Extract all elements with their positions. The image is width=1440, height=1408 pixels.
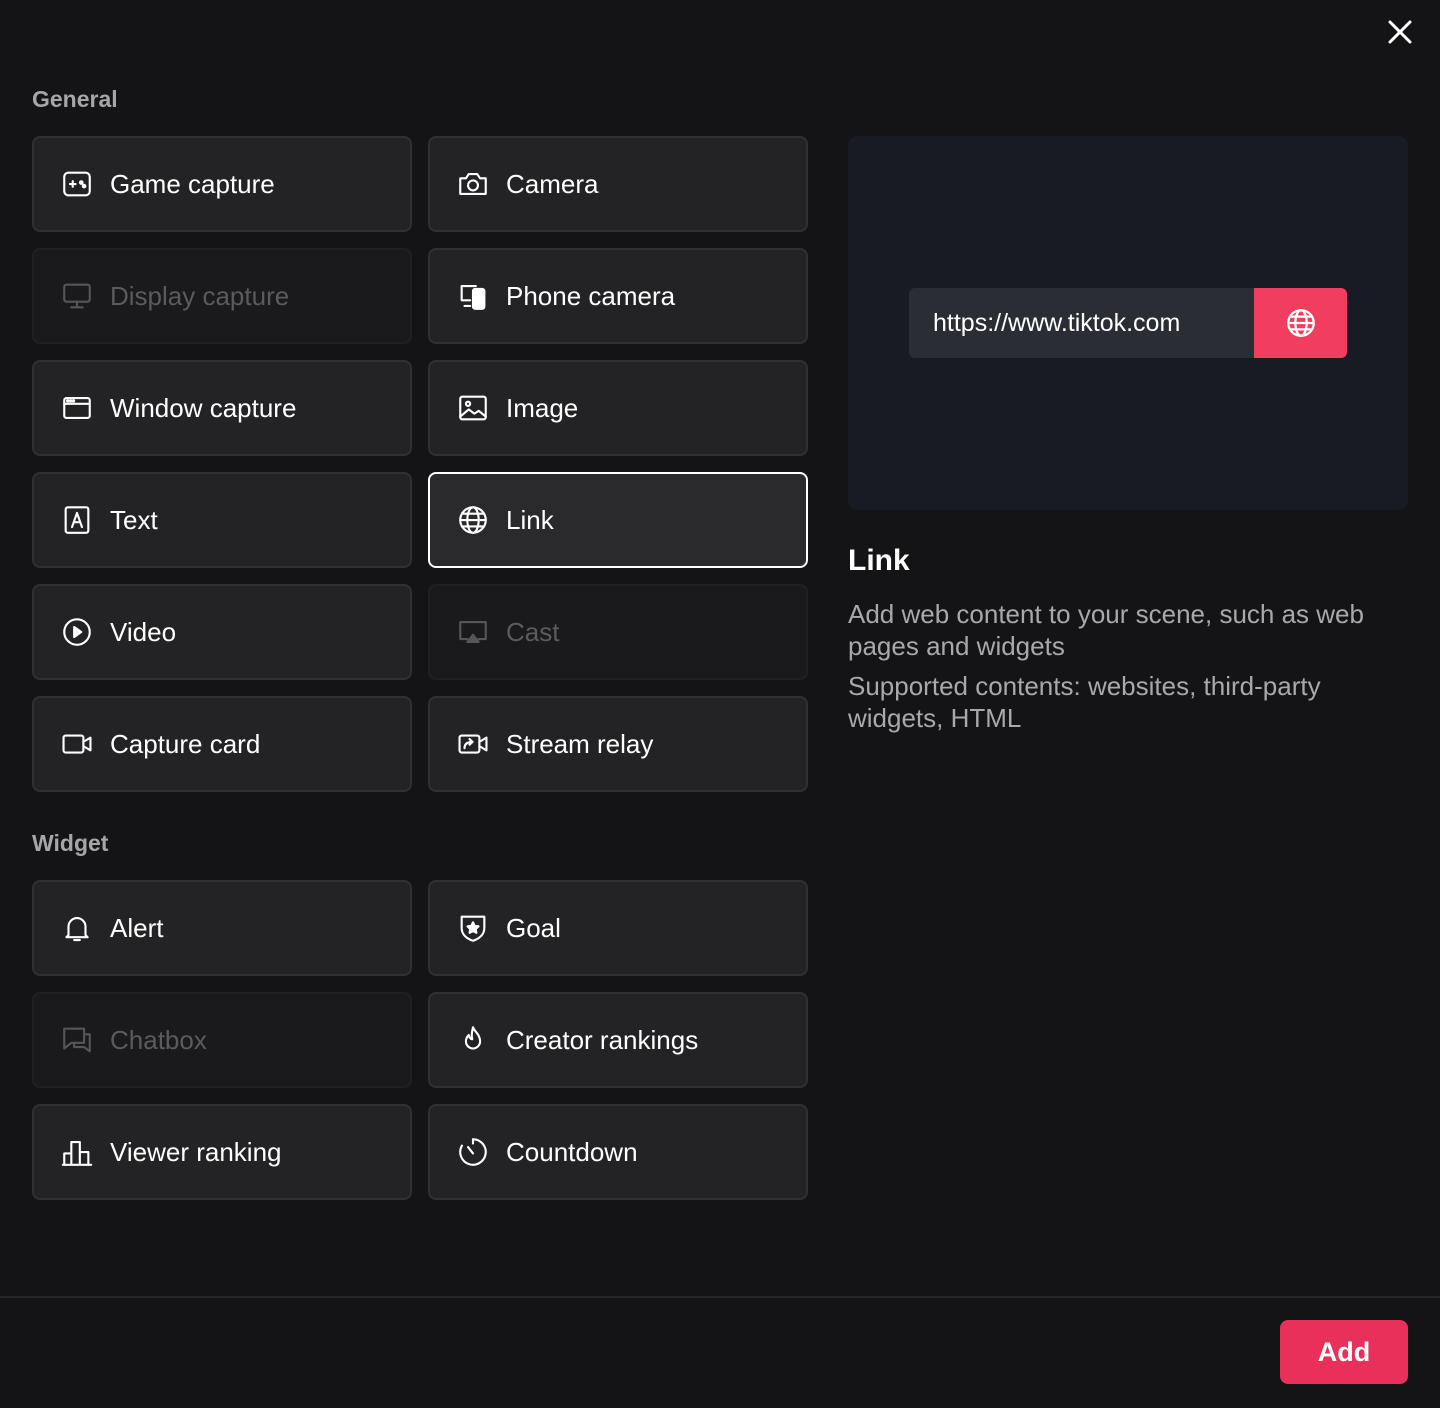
close-icon — [1388, 20, 1412, 44]
source-tile-countdown[interactable]: Countdown — [428, 1104, 808, 1200]
source-tile-label: Alert — [110, 912, 164, 943]
stream-relay-icon — [456, 727, 490, 761]
source-tile-phone-camera[interactable]: Phone camera — [428, 248, 808, 344]
source-tile-alert[interactable]: Alert — [32, 880, 412, 976]
podium-icon — [60, 1135, 94, 1169]
globe-icon — [1286, 309, 1315, 337]
source-tile-label: Link — [506, 504, 554, 535]
timer-icon — [456, 1135, 490, 1169]
source-tile-label: Cast — [506, 616, 560, 647]
flame-icon — [456, 1023, 490, 1057]
source-tile-label: Stream relay — [506, 728, 654, 759]
source-tile-label: Display capture — [110, 280, 290, 311]
url-go-button — [1254, 288, 1347, 358]
bell-icon — [60, 911, 94, 945]
source-tile-display-capture: Display capture — [32, 248, 412, 344]
source-tile-label: Goal — [506, 912, 561, 943]
source-tile-label: Game capture — [110, 168, 275, 199]
source-tile-label: Capture card — [110, 728, 261, 759]
source-tile-link[interactable]: Link — [428, 472, 808, 568]
preview-panel: https://www.tiktok.com — [848, 136, 1408, 510]
source-tile-label: Image — [506, 392, 579, 423]
source-tile-text[interactable]: Text — [32, 472, 412, 568]
widget-source-grid: Alert Goal Chatbox Creator rankings Viewer r… — [32, 880, 808, 1200]
add-button[interactable]: Add — [1280, 1320, 1408, 1384]
general-source-grid: Game capture Camera Display capture Phone c… — [32, 136, 808, 792]
source-tile-capture-card[interactable]: Capture card — [32, 696, 412, 792]
detail-title: Link — [848, 544, 910, 577]
source-tile-viewer-ranking[interactable]: Viewer ranking — [32, 1104, 412, 1200]
url-text: https://www.tiktok.com — [909, 288, 1254, 358]
monitor-icon — [60, 279, 94, 313]
source-tile-label: Text — [110, 504, 158, 535]
url-mock: https://www.tiktok.com — [909, 288, 1347, 358]
source-tile-camera[interactable]: Camera — [428, 136, 808, 232]
cast-icon — [456, 615, 490, 649]
video-camera-icon — [60, 727, 94, 761]
source-tile-label: Window capture — [110, 392, 297, 423]
section-title-general: General — [32, 86, 118, 112]
source-tile-stream-relay[interactable]: Stream relay — [428, 696, 808, 792]
source-tile-game-capture[interactable]: Game capture — [32, 136, 412, 232]
source-tile-cast: Cast — [428, 584, 808, 680]
close-button[interactable] — [1380, 12, 1420, 52]
source-tile-label: Creator rankings — [506, 1024, 699, 1055]
source-tile-window-capture[interactable]: Window capture — [32, 360, 412, 456]
text-icon — [60, 503, 94, 537]
source-tile-chatbox: Chatbox — [32, 992, 412, 1088]
source-tile-label: Video — [110, 616, 177, 647]
shield-star-icon — [456, 911, 490, 945]
footer-divider — [0, 1296, 1440, 1298]
chat-icon — [60, 1023, 94, 1057]
globe-icon — [456, 503, 490, 537]
window-icon — [60, 391, 94, 425]
source-tile-label: Phone camera — [506, 280, 676, 311]
source-tile-image[interactable]: Image — [428, 360, 808, 456]
source-tile-creator-rankings[interactable]: Creator rankings — [428, 992, 808, 1088]
camera-icon — [456, 167, 490, 201]
source-tile-label: Chatbox — [110, 1024, 207, 1055]
source-tile-label: Camera — [506, 168, 599, 199]
source-tile-label: Viewer ranking — [110, 1136, 282, 1167]
source-tile-goal[interactable]: Goal — [428, 880, 808, 976]
section-title-widget: Widget — [32, 830, 109, 856]
source-tile-video[interactable]: Video — [32, 584, 412, 680]
phone-camera-icon — [456, 279, 490, 313]
gamepad-icon — [60, 167, 94, 201]
detail-description: Add web content to your scene, such as w… — [848, 599, 1364, 661]
detail-supported: Supported contents: websites, third-part… — [848, 671, 1321, 733]
play-icon — [60, 615, 94, 649]
source-tile-label: Countdown — [506, 1136, 638, 1167]
image-icon — [456, 391, 490, 425]
